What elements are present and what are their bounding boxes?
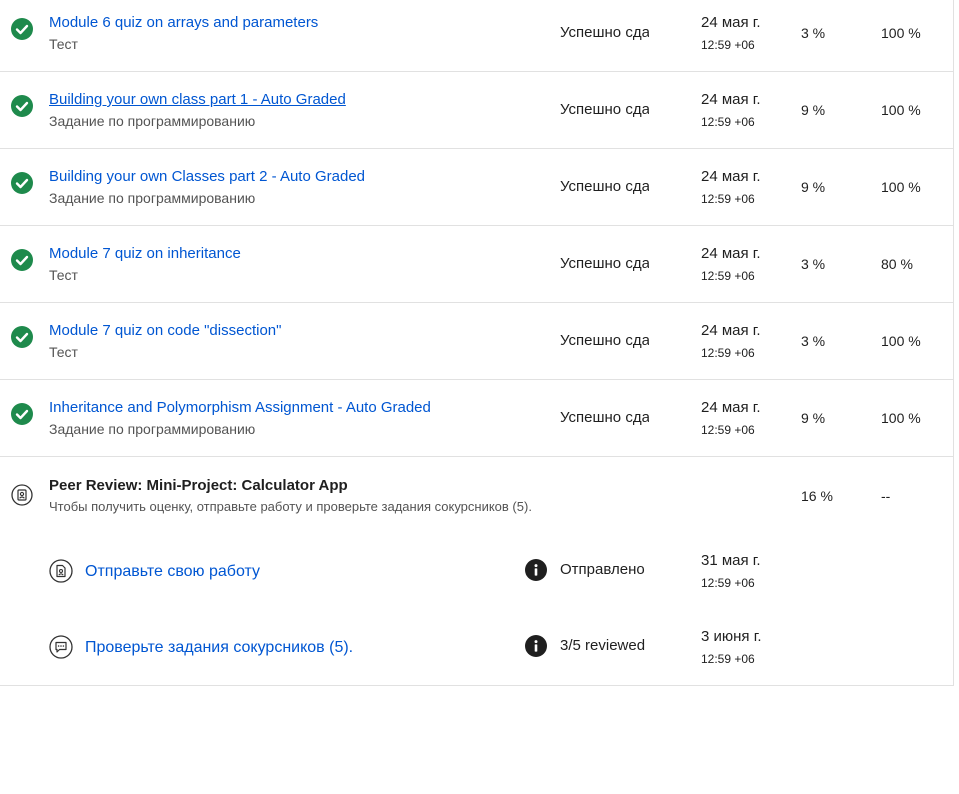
table-row: Building your own Classes part 2 - Auto … xyxy=(0,149,953,226)
review-due-date: 3 июня г. xyxy=(701,628,762,645)
item-title-link[interactable]: Module 7 quiz on code "dissection" xyxy=(49,322,281,340)
table-row: Inheritance and Polymorphism Assignment … xyxy=(0,380,953,457)
peer-review-grade: -- xyxy=(881,488,891,504)
peer-review-icon xyxy=(11,484,33,506)
item-status: Успешно сдано xyxy=(560,255,649,272)
check-circle-icon xyxy=(11,172,33,194)
item-due-date: 24 мая г. xyxy=(701,245,761,262)
table-row: Module 6 quiz on arrays and parameters Т… xyxy=(0,0,953,72)
item-type: Тест xyxy=(49,344,78,360)
item-weight: 3 % xyxy=(801,25,826,41)
peer-review-section: Peer Review: Mini-Project: Calculator Ap… xyxy=(0,457,953,685)
item-type: Тест xyxy=(49,267,78,283)
item-status: Успешно сдано xyxy=(560,178,649,195)
item-due-date: 24 мая г. xyxy=(701,14,761,31)
review-status: 3/5 reviewed xyxy=(560,637,646,654)
item-status: Успешно сдано xyxy=(560,24,649,41)
item-due-time: 12:59 +06 xyxy=(701,192,755,206)
item-due-time: 12:59 +06 xyxy=(701,346,755,360)
item-weight: 3 % xyxy=(801,256,826,272)
info-icon[interactable] xyxy=(525,635,547,657)
item-weight: 9 % xyxy=(801,179,826,195)
item-due-time: 12:59 +06 xyxy=(701,115,755,129)
review-chat-icon xyxy=(49,635,73,659)
item-type: Тест xyxy=(49,36,78,52)
item-weight: 9 % xyxy=(801,102,826,118)
item-title-link[interactable]: Building your own class part 1 - Auto Gr… xyxy=(49,91,346,109)
item-weight: 9 % xyxy=(801,410,826,426)
item-type: Задание по программированию xyxy=(49,190,256,206)
item-due-time: 12:59 +06 xyxy=(701,423,755,437)
item-grade: 100 % xyxy=(881,410,921,426)
item-title-link[interactable]: Module 7 quiz on inheritance xyxy=(49,245,241,263)
item-title-link[interactable]: Module 6 quiz on arrays and parameters xyxy=(49,14,318,32)
item-grade: 80 % xyxy=(881,256,913,272)
item-title-link[interactable]: Building your own Classes part 2 - Auto … xyxy=(49,168,365,186)
item-due-date: 24 мая г. xyxy=(701,322,761,339)
item-due-date: 24 мая г. xyxy=(701,91,761,108)
item-type: Задание по программированию xyxy=(49,421,256,437)
submit-due-date: 31 мая г. xyxy=(701,552,761,569)
table-row: Module 7 quiz on code "dissection" Тест … xyxy=(0,303,953,380)
review-due-time: 12:59 +06 xyxy=(701,652,755,666)
item-due-date: 24 мая г. xyxy=(701,168,761,185)
submit-work-link[interactable]: Отправьте свою работу xyxy=(85,562,260,581)
info-icon[interactable] xyxy=(525,559,547,581)
item-weight: 3 % xyxy=(801,333,826,349)
item-grade: 100 % xyxy=(881,333,921,349)
item-due-time: 12:59 +06 xyxy=(701,269,755,283)
peer-review-weight: 16 % xyxy=(801,488,833,504)
submit-status: Отправлено xyxy=(560,561,645,578)
item-grade: 100 % xyxy=(881,179,921,195)
check-circle-icon xyxy=(11,249,33,271)
check-circle-icon xyxy=(11,403,33,425)
grades-table: Module 6 quiz on arrays and parameters Т… xyxy=(0,0,954,686)
peer-review-title: Peer Review: Mini-Project: Calculator Ap… xyxy=(49,477,348,494)
item-type: Задание по программированию xyxy=(49,113,256,129)
check-circle-icon xyxy=(11,326,33,348)
item-grade: 100 % xyxy=(881,102,921,118)
submit-assignment-icon xyxy=(49,559,73,583)
item-grade: 100 % xyxy=(881,25,921,41)
item-title-link[interactable]: Inheritance and Polymorphism Assignment … xyxy=(49,399,431,417)
review-peers-link[interactable]: Проверьте задания сокурсников (5). xyxy=(85,638,353,657)
item-status: Успешно сдано xyxy=(560,332,649,349)
item-due-date: 24 мая г. xyxy=(701,399,761,416)
table-row: Building your own class part 1 - Auto Gr… xyxy=(0,72,953,149)
submit-due-time: 12:59 +06 xyxy=(701,576,755,590)
check-circle-icon xyxy=(11,95,33,117)
peer-review-description: Чтобы получить оценку, отправьте работу … xyxy=(49,499,532,514)
item-status: Успешно сдано xyxy=(560,409,649,426)
check-circle-icon xyxy=(11,18,33,40)
table-row: Module 7 quiz on inheritance Тест Успешн… xyxy=(0,226,953,303)
item-status: Успешно сдано xyxy=(560,101,649,118)
item-due-time: 12:59 +06 xyxy=(701,38,755,52)
